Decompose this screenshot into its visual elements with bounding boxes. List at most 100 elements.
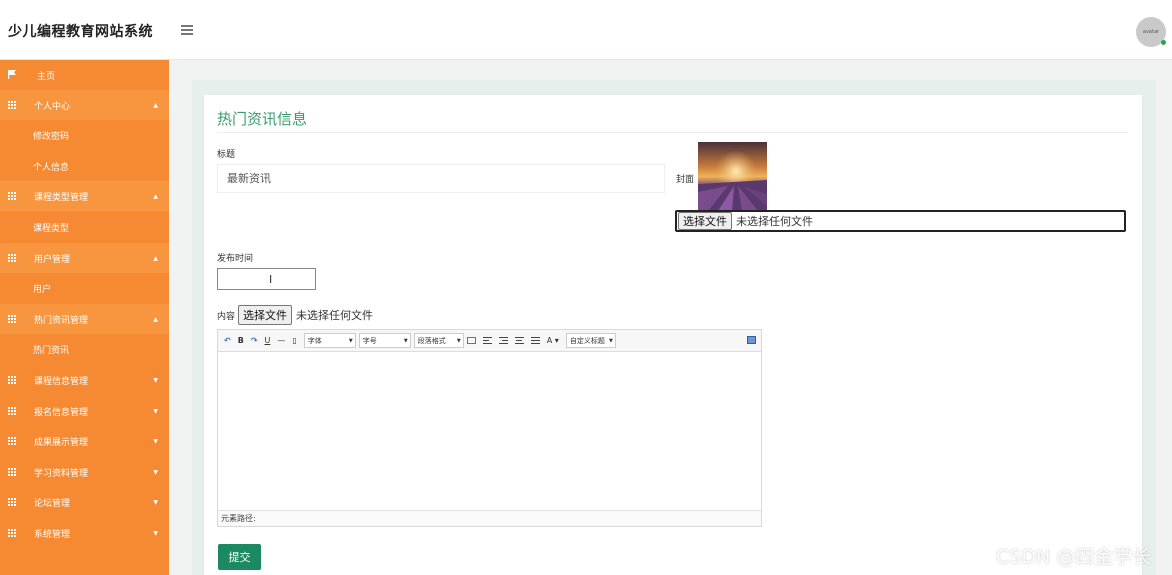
align-justify-icon[interactable] (530, 337, 540, 344)
content-label: 内容 (217, 311, 236, 322)
flag-icon (8, 70, 16, 79)
paragraph-format-value: 段落格式 (417, 336, 446, 345)
sidebar-item-label: 主页 (37, 71, 56, 82)
content-upload-row: 内容 选择文件 未选择任何文件 (217, 305, 373, 325)
grid-icon (8, 253, 17, 263)
paragraph-format-select[interactable]: 段落格式 ▼ (413, 333, 464, 348)
sidebar-item-change-password[interactable]: 修改密码 (0, 120, 169, 150)
align-right-icon[interactable] (498, 337, 508, 344)
top-header: 少儿编程教育网站系统 avatar (0, 0, 1172, 60)
sidebar-item-course-type-mgmt[interactable]: 课程类型管理 ▲ (0, 181, 169, 211)
sidebar-item-label: 热门资讯管理 (34, 315, 89, 326)
font-family-select[interactable]: 字体 ▼ (303, 333, 356, 348)
cover-choose-file-button[interactable]: 选择文件 (678, 212, 732, 230)
cover-label: 封面 (676, 175, 695, 185)
chevron-down-icon: ▼ (153, 437, 158, 445)
sidebar-item-course-info-mgmt[interactable]: 课程信息管理 ▼ (0, 365, 169, 395)
grid-icon (8, 467, 17, 477)
font-color-button[interactable]: A ▾ (547, 336, 559, 345)
grid-icon (8, 314, 17, 324)
sidebar-item-results-mgmt[interactable]: 成果展示管理 ▼ (0, 426, 169, 456)
editor-toolbar: ↶ B ↷ U — ▯ 字体 ▼ 字号 ▼ 段落格式 ▼ A ▾ 自定义标题 ▼ (218, 330, 761, 352)
publish-time-input[interactable]: I (217, 268, 316, 290)
sidebar-item-label: 学习资料管理 (34, 468, 89, 479)
undo-icon[interactable]: ↶ (224, 336, 231, 345)
custom-title-select[interactable]: 自定义标题 ▼ (565, 333, 616, 348)
table-icon[interactable] (466, 337, 476, 344)
chevron-up-icon: ▲ (153, 254, 158, 262)
title-label: 标题 (217, 150, 236, 160)
sidebar-item-label: 修改密码 (33, 131, 70, 142)
lavender-field-image (698, 142, 767, 211)
sidebar-item-course-type[interactable]: 课程类型 (0, 212, 169, 242)
grid-icon (8, 436, 17, 446)
sidebar-item-hot-news[interactable]: 热门资讯 (0, 334, 169, 364)
text-cursor-icon: I (269, 273, 273, 286)
title-divider (217, 132, 1128, 133)
sidebar-item-user[interactable]: 用户 (0, 273, 169, 303)
editor-content-area[interactable] (218, 352, 761, 511)
font-color-label: A (546, 336, 553, 345)
sidebar-item-label: 个人中心 (34, 101, 71, 112)
sidebar-item-home[interactable]: 主页 (0, 60, 169, 90)
custom-title-value: 自定义标题 (569, 336, 605, 345)
sidebar-item-hot-news-mgmt[interactable]: 热门资讯管理 ▲ (0, 304, 169, 334)
cover-file-input[interactable]: 选择文件 未选择任何文件 (675, 210, 1126, 232)
underline-button[interactable]: U (265, 336, 271, 345)
submit-button[interactable]: 提交 (218, 544, 261, 570)
sidebar-item-materials-mgmt[interactable]: 学习资料管理 ▼ (0, 457, 169, 487)
cover-image (698, 142, 767, 211)
font-family-value: 字体 (307, 336, 322, 345)
menu-toggle-icon[interactable] (181, 25, 193, 35)
chevron-down-icon: ▼ (153, 407, 158, 415)
page-title: 热门资讯信息 (217, 110, 308, 128)
dropdown-arrow-icon: ▼ (348, 337, 353, 344)
avatar[interactable]: avatar (1136, 17, 1166, 47)
sidebar-item-personal-center[interactable]: 个人中心 ▲ (0, 90, 169, 120)
grid-icon (8, 406, 17, 416)
chevron-up-icon: ▲ (153, 315, 158, 323)
dropdown-arrow-icon: ▼ (456, 337, 461, 344)
sidebar-item-label: 用户 (33, 284, 52, 295)
redo-icon[interactable]: ↷ (251, 336, 258, 345)
content-choose-file-button[interactable]: 选择文件 (238, 305, 293, 325)
align-center-icon[interactable] (514, 337, 524, 344)
chevron-up-icon: ▲ (153, 101, 158, 109)
watermark: CSDN @四金学长 (996, 546, 1152, 568)
dropdown-arrow-icon: ▼ (403, 337, 408, 344)
grid-icon (8, 191, 17, 201)
align-left-icon[interactable] (482, 337, 492, 344)
sidebar-item-label: 课程信息管理 (34, 376, 89, 387)
cover-file-status: 未选择任何文件 (736, 215, 813, 228)
sidebar-item-label: 热门资讯 (33, 345, 70, 356)
chevron-down-icon: ▼ (153, 468, 158, 476)
sidebar-item-label: 系统管理 (34, 529, 71, 540)
horizontal-rule-button[interactable]: — (277, 336, 285, 345)
font-size-select[interactable]: 字号 ▼ (358, 333, 411, 348)
chevron-down-icon: ▼ (153, 376, 158, 384)
document-icon[interactable]: ▯ (292, 336, 296, 345)
grid-icon (8, 375, 17, 385)
sidebar-item-enroll-info-mgmt[interactable]: 报名信息管理 ▼ (0, 396, 169, 426)
sidebar-item-user-mgmt[interactable]: 用户管理 ▲ (0, 243, 169, 273)
element-path-bar: 元素路径: (218, 510, 761, 526)
chevron-down-icon: ▼ (153, 529, 158, 537)
sidebar-item-system-mgmt[interactable]: 系统管理 ▼ (0, 518, 169, 548)
title-input[interactable]: 最新资讯 (217, 164, 665, 193)
content-file-status: 未选择任何文件 (296, 309, 374, 322)
bold-button[interactable]: B (238, 336, 244, 345)
fullscreen-icon[interactable] (747, 336, 756, 344)
grid-icon (8, 528, 17, 538)
sidebar-item-label: 课程类型 (33, 223, 70, 234)
grid-icon (8, 497, 17, 507)
rich-text-editor: ↶ B ↷ U — ▯ 字体 ▼ 字号 ▼ 段落格式 ▼ A ▾ 自定义标题 ▼ 元素路… (217, 329, 762, 527)
online-status-dot (1161, 40, 1166, 45)
font-size-value: 字号 (362, 336, 377, 345)
chevron-up-icon: ▲ (153, 192, 158, 200)
sidebar-item-forum-mgmt[interactable]: 论坛管理 ▼ (0, 487, 169, 517)
sidebar-item-label: 用户管理 (34, 254, 71, 265)
publish-time-label: 发布时间 (217, 254, 254, 264)
sidebar-item-label: 成果展示管理 (34, 437, 89, 448)
sidebar-item-personal-info[interactable]: 个人信息 (0, 151, 169, 181)
sidebar-item-label: 论坛管理 (34, 498, 71, 509)
